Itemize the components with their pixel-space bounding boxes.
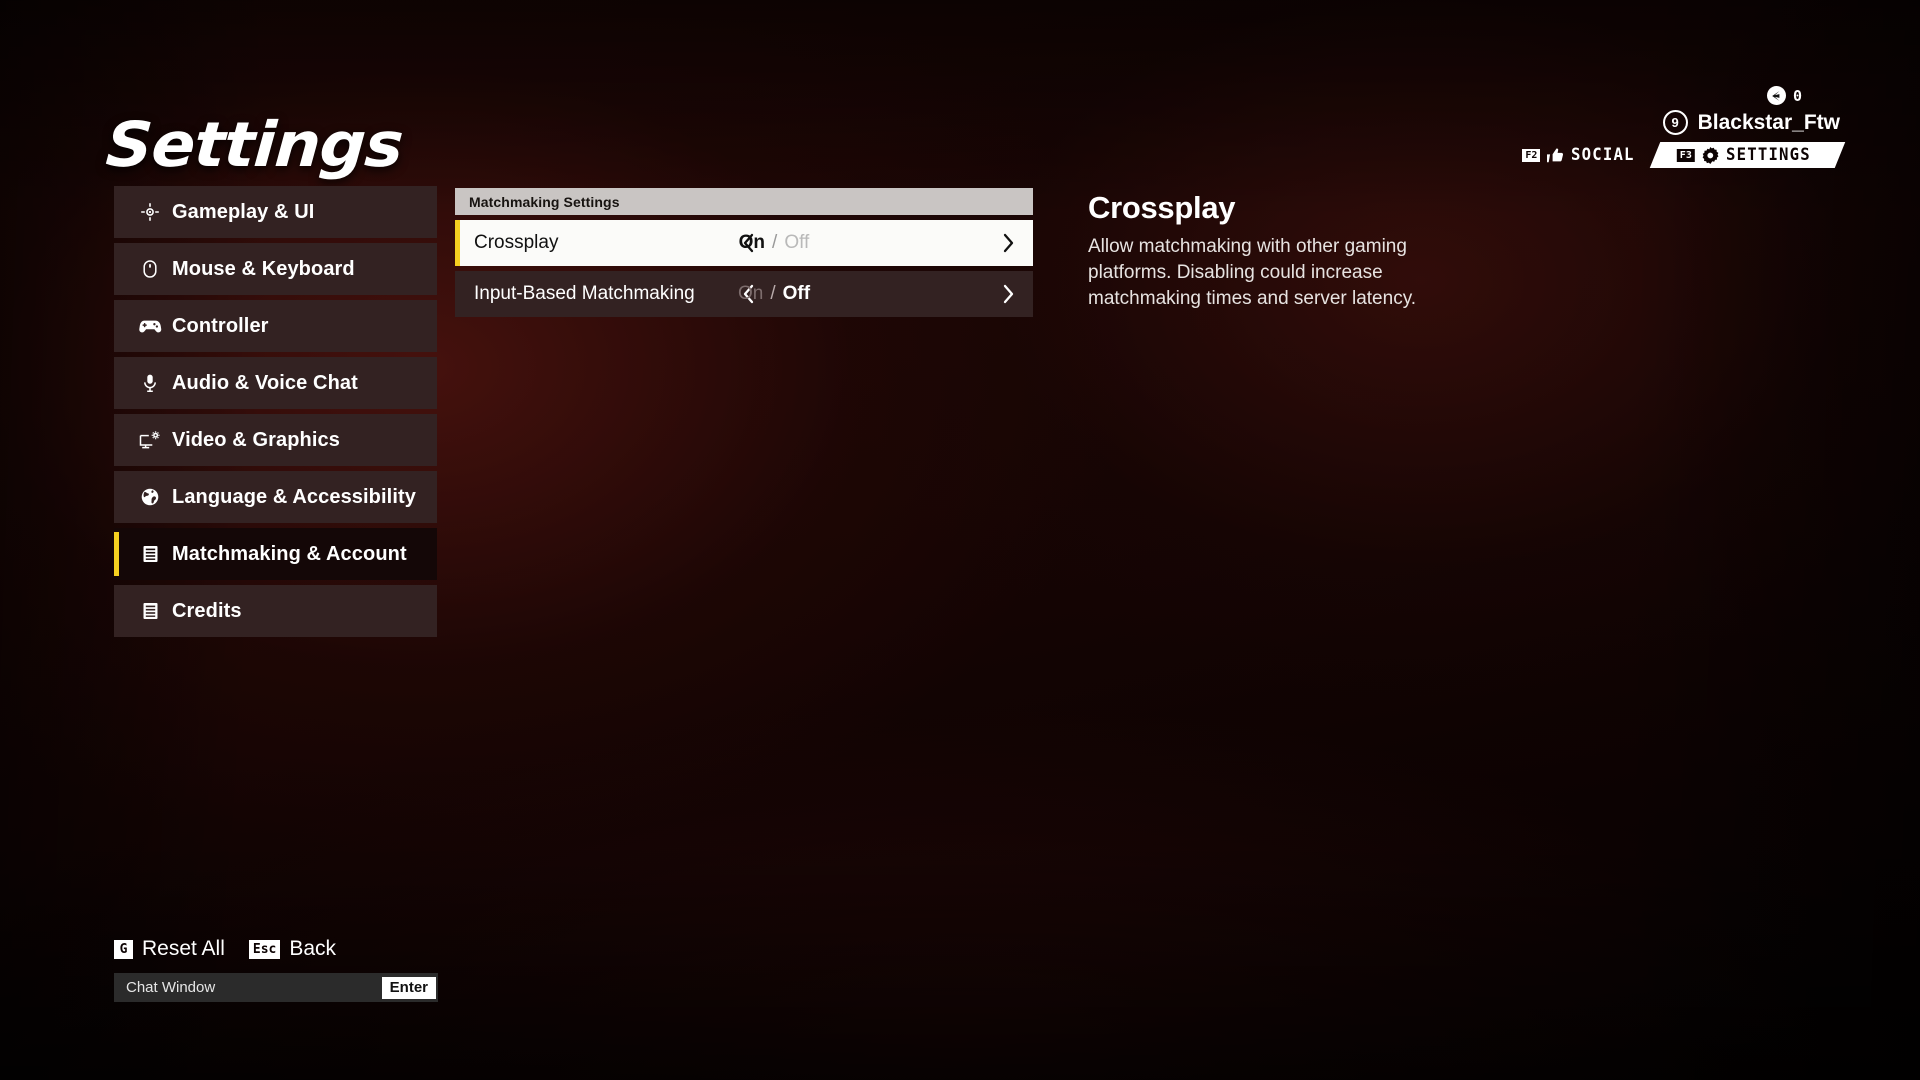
sidebar-item-label: Language & Accessibility <box>172 485 416 508</box>
sidebar-item-gameplay-ui[interactable]: Gameplay & UI <box>114 186 437 238</box>
sidebar-item-language-accessibility[interactable]: Language & Accessibility <box>114 471 437 523</box>
tab-label: SETTINGS <box>1725 145 1811 165</box>
sidebar-item-label: Video & Graphics <box>172 428 340 451</box>
hint-back[interactable]: Esc Back <box>248 937 337 961</box>
list-icon <box>138 543 162 565</box>
list-icon <box>138 600 162 622</box>
sidebar-item-label: Controller <box>172 314 269 337</box>
option-description-panel: Crossplay Allow matchmaking with other g… <box>1088 190 1488 312</box>
settings-sidebar: Gameplay & UI Mouse & Keyboard Controlle… <box>114 186 437 642</box>
page-title: Settings <box>103 108 405 181</box>
currency-coin-icon <box>1766 86 1786 105</box>
settings-options-panel: Matchmaking Settings Crossplay On / Off In… <box>455 188 1033 317</box>
hud-tabs: F2 SOCIAL F3 SETTINGS <box>1508 142 1846 168</box>
option-value-off[interactable]: Off <box>784 232 809 253</box>
option-value-on[interactable]: On <box>739 232 765 253</box>
chevron-right-icon[interactable] <box>993 228 1023 258</box>
option-value-off[interactable]: Off <box>783 283 810 304</box>
sidebar-item-label: Mouse & Keyboard <box>172 257 355 280</box>
currency-amount: 0 <box>1792 86 1802 105</box>
sidebar-item-label: Audio & Voice Chat <box>172 371 358 394</box>
hint-reset-all[interactable]: G Reset All <box>114 937 225 961</box>
option-values: On / Off <box>455 232 1033 254</box>
tab-key-binding: F2 <box>1522 148 1541 162</box>
option-values: On / Off <box>455 283 1033 305</box>
chat-window-label: Chat Window <box>126 979 216 996</box>
key-hints: G Reset All Esc Back <box>114 937 438 961</box>
option-row-input-based-matchmaking[interactable]: Input-Based Matchmaking On / Off <box>455 271 1033 317</box>
hint-label: Back <box>289 937 337 960</box>
selection-accent-bar <box>114 532 119 576</box>
chevron-right-icon[interactable] <box>993 279 1023 309</box>
tab-settings[interactable]: F3 SETTINGS <box>1649 142 1846 168</box>
sidebar-item-label: Credits <box>172 599 242 622</box>
gamepad-icon <box>138 315 162 337</box>
sidebar-item-mouse-keyboard[interactable]: Mouse & Keyboard <box>114 243 437 295</box>
sidebar-item-matchmaking-account[interactable]: Matchmaking & Account <box>114 528 437 580</box>
mouse-icon <box>138 258 162 280</box>
description-title: Crossplay <box>1088 190 1236 225</box>
microphone-icon <box>138 372 162 394</box>
sidebar-item-video-graphics[interactable]: Video & Graphics <box>114 414 437 466</box>
option-value-on[interactable]: On <box>738 283 763 304</box>
chat-enter-key-badge: Enter <box>381 976 436 999</box>
key-badge: G <box>114 939 133 959</box>
sidebar-item-credits[interactable]: Credits <box>114 585 437 637</box>
key-badge: Esc <box>248 939 281 959</box>
tab-label: SOCIAL <box>1571 145 1636 165</box>
description-body: Allow matchmaking with other gaming plat… <box>1088 236 1417 310</box>
sidebar-item-label: Matchmaking & Account <box>172 542 407 565</box>
option-value-separator: / <box>772 232 778 253</box>
chat-window-bar[interactable]: Chat Window Enter <box>114 973 438 1002</box>
hint-label: Reset All <box>142 937 225 960</box>
gear-icon <box>1702 146 1719 164</box>
option-row-crossplay[interactable]: Crossplay On / Off <box>455 220 1033 266</box>
globe-icon <box>138 486 162 508</box>
tab-social[interactable]: F2 SOCIAL <box>1508 142 1654 168</box>
monitor-gear-icon <box>138 429 162 451</box>
sidebar-item-controller[interactable]: Controller <box>114 300 437 352</box>
option-value-separator: / <box>770 283 776 304</box>
thumbs-up-icon <box>1547 147 1564 163</box>
player-level-badge: 9 <box>1662 110 1688 135</box>
crosshair-icon <box>138 201 162 223</box>
currency-display: 0 <box>1508 86 1802 105</box>
sidebar-item-label: Gameplay & UI <box>172 200 315 223</box>
panel-section-header: Matchmaking Settings <box>455 188 1033 215</box>
player-name: Blackstar_Ftw <box>1697 110 1840 134</box>
player-info[interactable]: 9 Blackstar_Ftw <box>1508 110 1840 135</box>
hud-top-right: 0 9 Blackstar_Ftw F2 SOCIAL F3 SETTINGS <box>1508 86 1846 168</box>
panel-section-header-label: Matchmaking Settings <box>469 193 620 210</box>
footer-controls: G Reset All Esc Back Chat Window Enter <box>114 937 438 1002</box>
tab-key-binding: F3 <box>1676 148 1695 162</box>
sidebar-item-audio-voice-chat[interactable]: Audio & Voice Chat <box>114 357 437 409</box>
